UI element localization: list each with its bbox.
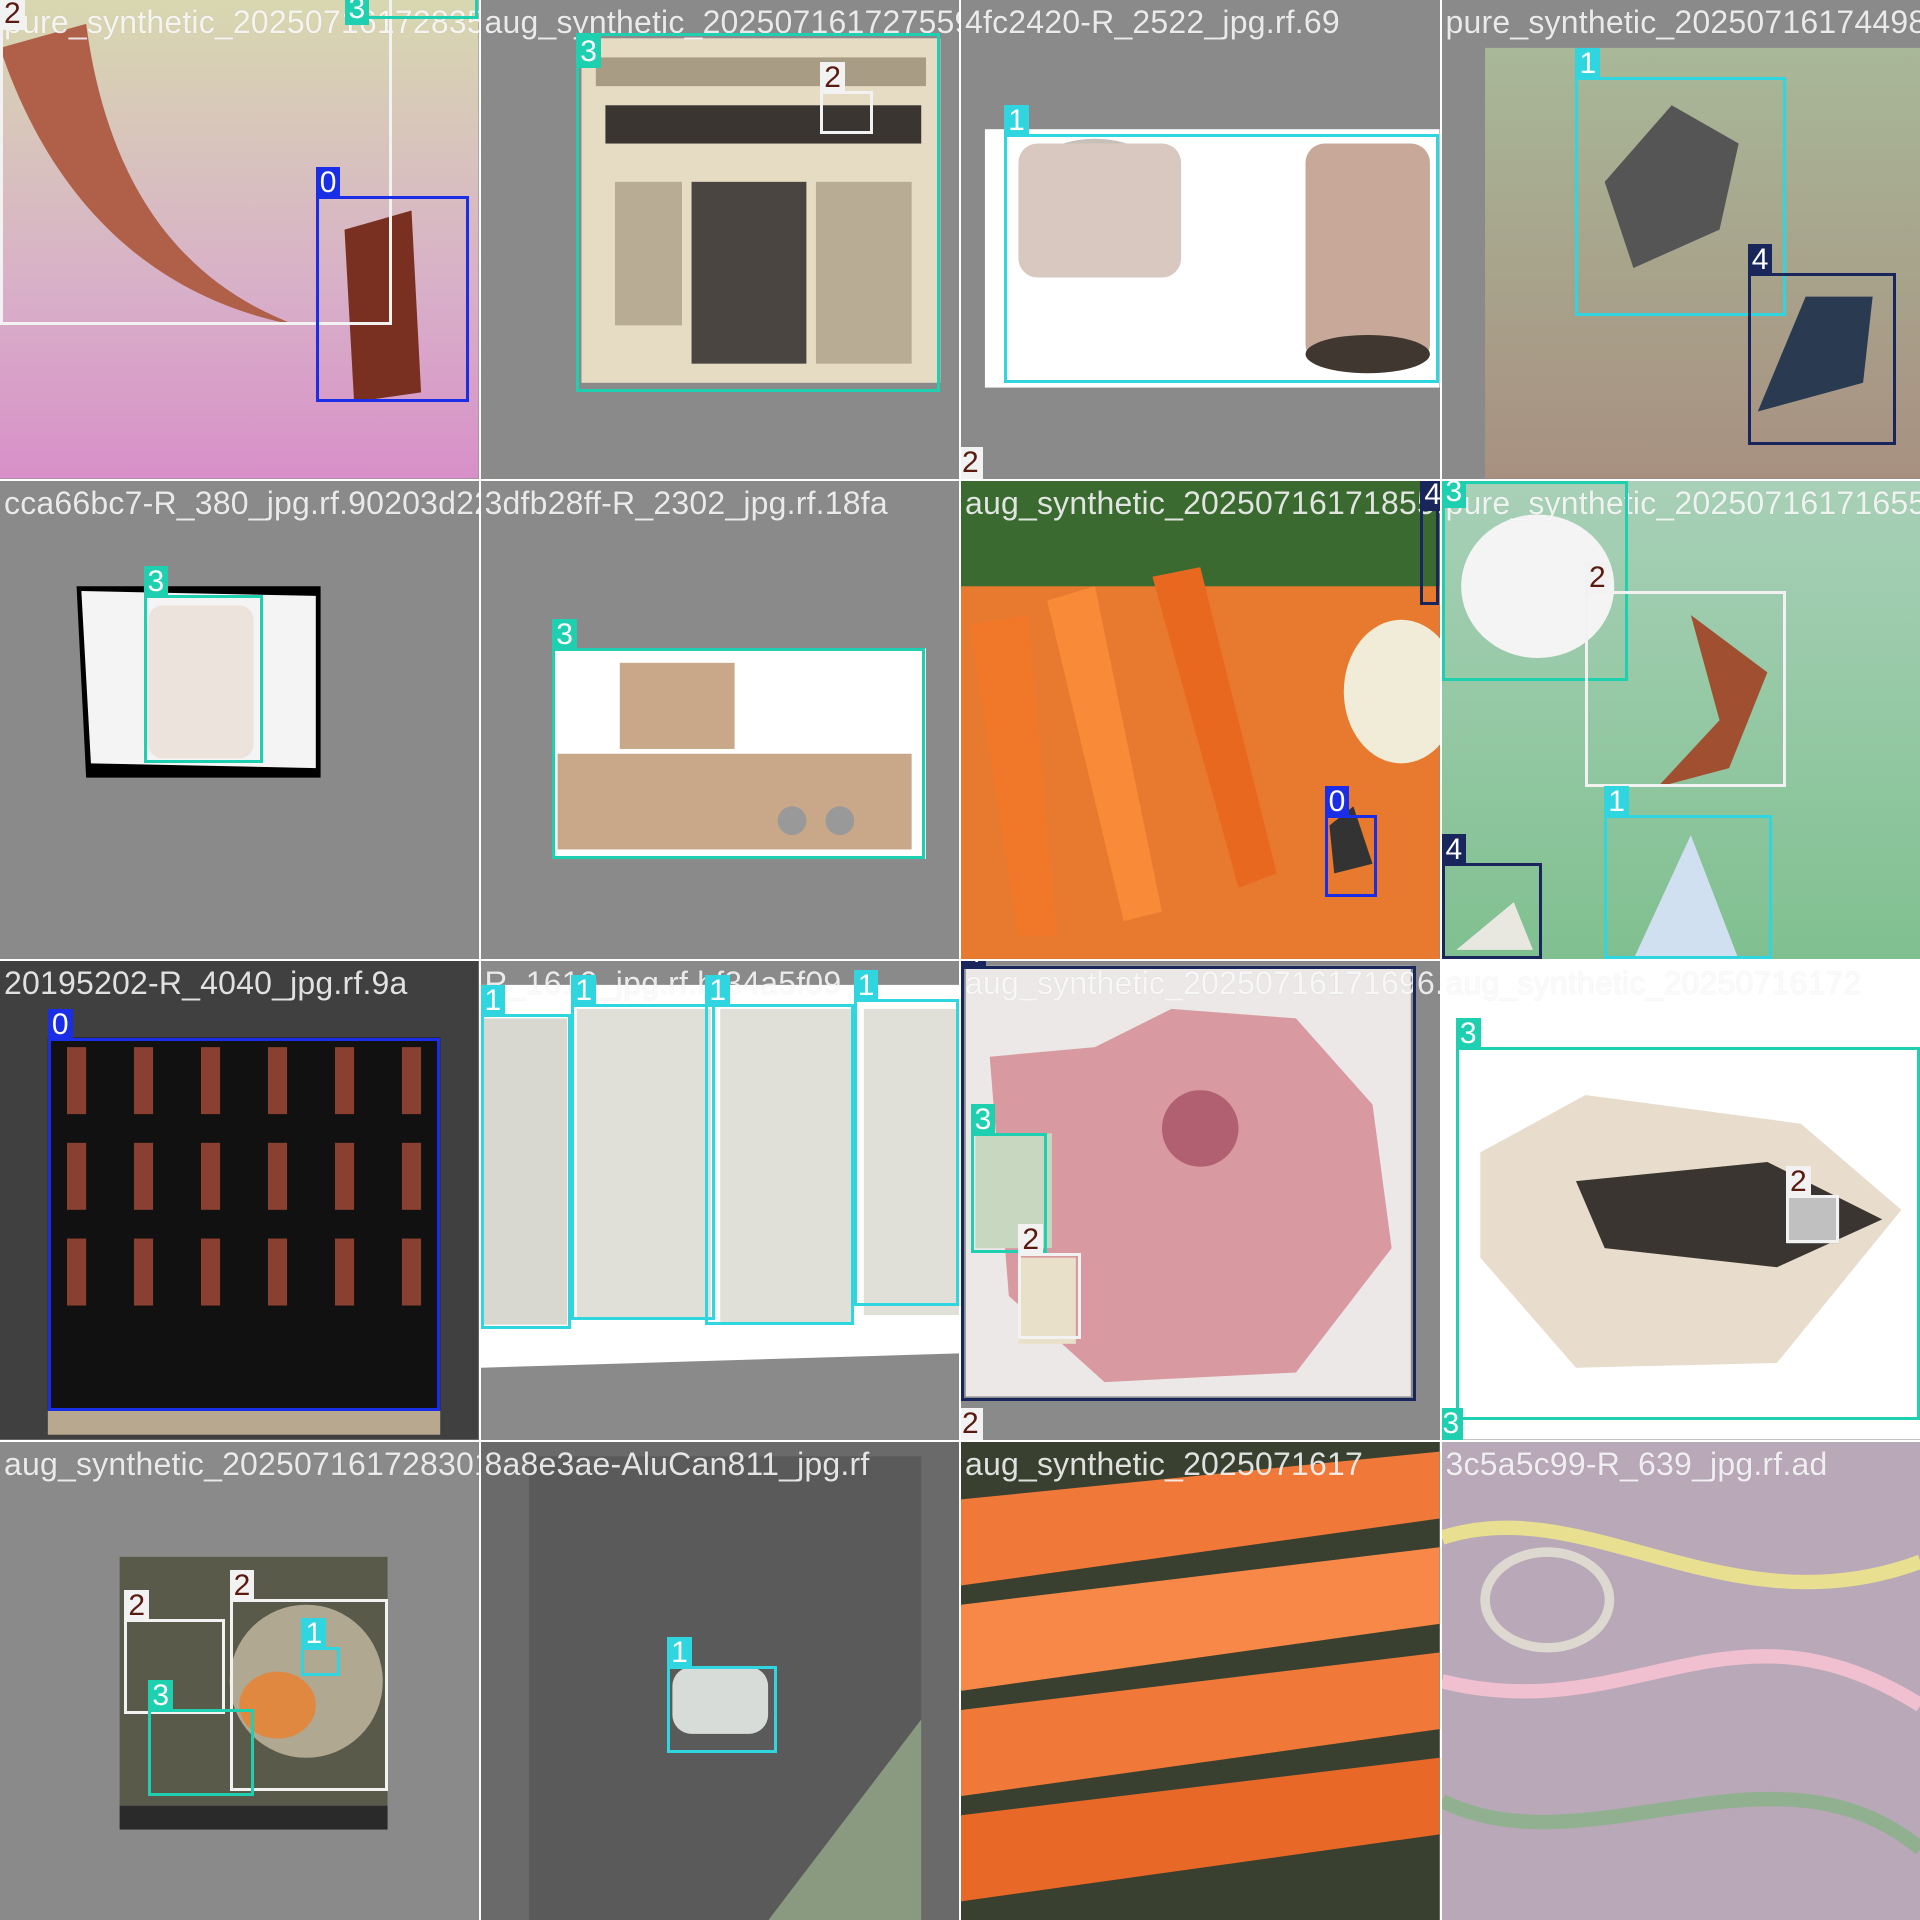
- bbox-class-1: 1: [705, 975, 854, 1325]
- tile-caption: aug_synthetic_2025071617: [965, 1445, 1364, 1482]
- bbox-label: 0: [47, 1008, 73, 1041]
- bbox-label: 3: [970, 1104, 996, 1137]
- bbox-label: 1: [705, 975, 731, 1008]
- bbox-label: 3: [143, 566, 169, 599]
- bbox-label: 2: [961, 1407, 983, 1440]
- bbox-class-4: 4: [1420, 480, 1440, 605]
- bbox-class-1: 1: [1604, 786, 1772, 959]
- bbox-label: 1: [853, 970, 879, 1003]
- bbox-label: 3: [148, 1680, 174, 1713]
- bbox-class-3: 3: [148, 1680, 254, 1796]
- bbox-label: 2: [1585, 561, 1610, 594]
- bbox-label: 3: [1441, 480, 1467, 508]
- bbox-class-3: 3: [344, 0, 479, 26]
- bbox-label: 2: [0, 0, 25, 31]
- bbox-label: 1: [571, 975, 597, 1008]
- tile-15: aug_synthetic_2025071617: [961, 1441, 1440, 1920]
- tile-16: 3c5a5c99-R_639_jpg.rf.ad: [1441, 1441, 1920, 1920]
- bbox-label: 3: [1455, 1018, 1481, 1051]
- tile-6: 3dfb28ff-R_2302_jpg.rf.18fa 3: [480, 480, 959, 959]
- bbox-class-2: 2: [124, 1589, 225, 1715]
- bbox-label: 3: [576, 36, 601, 69]
- bbox-class-2: 2: [1786, 1166, 1839, 1244]
- bbox-class-4: 4: [1441, 834, 1542, 959]
- tile-caption: aug_synthetic_20250716171855908.jpg: [965, 484, 1440, 521]
- bbox-label: 2: [1018, 1223, 1044, 1256]
- bbox-class-3: 3: [552, 618, 926, 859]
- bbox-label: 2: [1786, 1166, 1811, 1199]
- tile-caption: pure_synthetic_20250716174498250e53.jpg: [1445, 4, 1920, 40]
- tile-caption: 8a8e3ae-AluCan811_jpg.rf: [484, 1445, 870, 1482]
- bbox-class-0: 0: [1324, 786, 1378, 897]
- bbox-class-1: 1: [667, 1637, 778, 1753]
- tile-caption: aug_synthetic_20250716172: [1445, 965, 1862, 1001]
- bbox-label: 1: [1004, 104, 1029, 137]
- bbox-class-0: 0: [315, 167, 469, 402]
- bbox-class-3: 3: [1455, 1018, 1920, 1421]
- bbox-class-1: 1: [480, 984, 572, 1330]
- bbox-label: 4: [1441, 834, 1467, 867]
- detection-mosaic: pure_synthetic_20250716172835679487.jpg …: [0, 0, 1920, 1920]
- tile-3: 4fc2420-R_2522_jpg.rf.69 1 2: [961, 0, 1440, 479]
- tile-12: aug_synthetic_20250716172 3 2 3: [1441, 961, 1920, 1440]
- bbox-label: 1: [1575, 47, 1601, 80]
- tile-9: 20195202-R_4040_jpg.rf.9a 0: [0, 961, 479, 1440]
- bbox-label: 2: [820, 61, 845, 94]
- bbox-class-2: 2: [1585, 561, 1787, 787]
- tile-caption: cca66bc7-R_380_jpg.rf.90203d228f52: [4, 484, 479, 521]
- bbox-label: 0: [1324, 786, 1350, 819]
- bbox-class-3: 3: [576, 33, 940, 393]
- tile-14: 8a8e3ae-AluCan811_jpg.rf 1: [480, 1441, 959, 1920]
- bbox-label: 1: [667, 1637, 692, 1670]
- bbox-class-3: 3: [143, 566, 264, 763]
- bbox-class-1: 1: [1004, 104, 1440, 383]
- bbox-label: 1: [301, 1618, 327, 1651]
- bbox-class-2: 2: [820, 61, 873, 134]
- tile-13: aug_synthetic_20250716172830109688.jpg 2…: [0, 1441, 479, 1920]
- bbox-label: 2: [961, 446, 983, 479]
- bbox-label: 4: [961, 961, 986, 969]
- bbox-class-1: 1: [571, 975, 715, 1320]
- tile-caption: R_1610_jpg.rf.bf34a5f09: [484, 965, 842, 1001]
- bbox-label: 4: [1747, 243, 1773, 276]
- bbox-label: 4: [1420, 480, 1440, 511]
- tile-4: pure_synthetic_20250716174498250e53.jpg …: [1441, 0, 1920, 479]
- bbox-class-1: 1: [301, 1618, 340, 1676]
- bbox-label: 3: [344, 0, 370, 26]
- bbox-label: 3: [1441, 1407, 1464, 1440]
- tile-8: pure_synthetic_20250716171655.jpg 3 2 4 …: [1441, 480, 1920, 959]
- tile-caption: 20195202-R_4040_jpg.rf.9a: [4, 965, 408, 1001]
- bbox-class-1: 1: [853, 970, 959, 1306]
- bbox-class-0: 0: [47, 1008, 441, 1411]
- tile-caption: 3dfb28ff-R_2302_jpg.rf.18fa: [484, 484, 888, 521]
- tile-caption: 3c5a5c99-R_639_jpg.rf.ad: [1445, 1445, 1828, 1482]
- bbox-label: 2: [124, 1589, 150, 1622]
- bbox-label: 0: [315, 167, 341, 200]
- tile-1: pure_synthetic_20250716172835679487.jpg …: [0, 0, 479, 479]
- tile-11: aug_synthetic_20250716171696.jpg 4 3 2 2: [961, 961, 1440, 1440]
- bbox-label: 2: [229, 1570, 255, 1603]
- tile-15-image: [961, 1441, 1440, 1920]
- tile-caption: 4fc2420-R_2522_jpg.rf.69: [965, 4, 1340, 40]
- bbox-label: 3: [552, 618, 577, 651]
- tile-10: R_1610_jpg.rf.bf34a5f09 1 1 1 1: [480, 961, 959, 1440]
- bbox-label: 1: [1604, 786, 1629, 819]
- bbox-class-2: 2: [1018, 1223, 1081, 1339]
- tile-2: aug_synthetic_20250716172755992068.jpg 3…: [480, 0, 959, 479]
- tile-7: aug_synthetic_20250716171855908.jpg 4 0: [961, 480, 1440, 959]
- tile-5: cca66bc7-R_380_jpg.rf.90203d228f52 3: [0, 480, 479, 959]
- bbox-class-4: 4: [1747, 243, 1897, 445]
- bbox-label: 1: [480, 984, 506, 1017]
- tile-caption: aug_synthetic_20250716172830109688.jpg: [4, 1445, 479, 1482]
- tile-16-image: [1441, 1441, 1920, 1920]
